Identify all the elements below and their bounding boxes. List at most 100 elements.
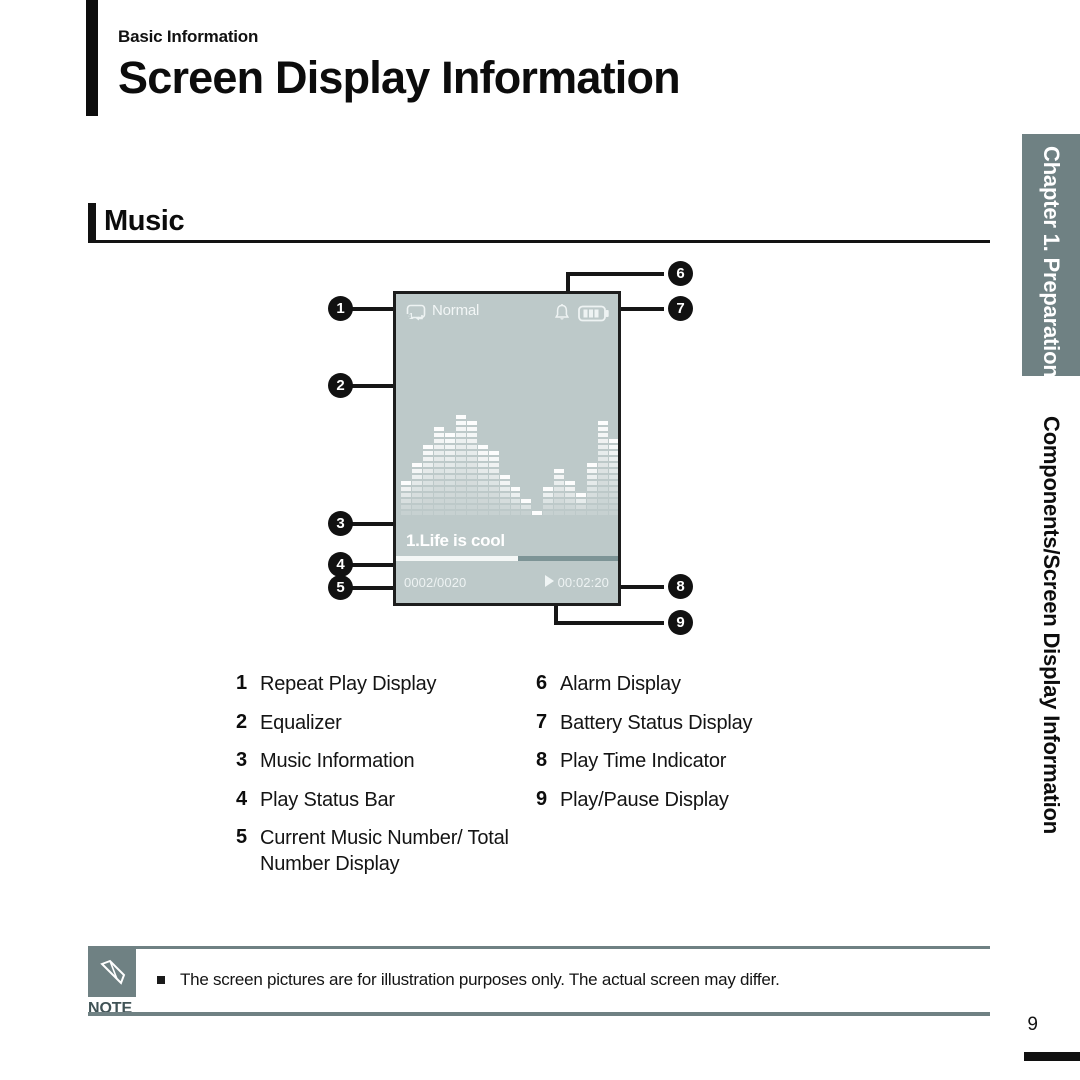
equalizer-visualizer — [399, 389, 618, 515]
equalizer-bar — [411, 397, 422, 515]
equalizer-segment — [587, 511, 598, 515]
legend-item-number: 3 — [236, 749, 248, 772]
legend-item: 2 Equalizer — [236, 711, 526, 737]
note-icon-box — [88, 949, 136, 997]
repeat-one-icon: 1 — [405, 304, 426, 321]
equalizer-segment — [565, 439, 575, 443]
equalizer-segment — [521, 487, 531, 491]
equalizer-segment — [609, 463, 618, 467]
equalizer-segment — [488, 463, 499, 467]
equalizer-segment — [576, 475, 586, 479]
equalizer-segment — [412, 409, 422, 413]
equalizer-segment — [511, 469, 521, 473]
play-status-bar[interactable] — [396, 556, 618, 561]
equalizer-segment — [543, 475, 553, 479]
equalizer-segment — [433, 493, 444, 497]
equalizer-segment — [444, 451, 455, 455]
equalizer-bar — [598, 397, 609, 515]
track-counter: 0002/0020 — [404, 575, 467, 590]
equalizer-segment — [576, 427, 586, 431]
equalizer-segment — [565, 463, 575, 467]
equalizer-segment — [466, 499, 477, 503]
equalizer-segment — [576, 511, 587, 515]
callout-badge-1[interactable]: 1 — [328, 296, 353, 321]
equalizer-segment — [609, 451, 618, 455]
equalizer-segment — [477, 481, 488, 485]
battery-full-icon — [578, 305, 609, 322]
equalizer-segment — [444, 511, 455, 515]
equalizer-bar — [565, 397, 576, 515]
callout-badge-8[interactable]: 8 — [668, 574, 693, 599]
equalizer-segment — [532, 457, 542, 461]
equalizer-segment — [455, 469, 466, 473]
equalizer-segment — [411, 475, 422, 479]
equalizer-segment — [511, 451, 521, 455]
equalizer-segment — [576, 409, 586, 413]
equalizer-segment — [488, 493, 499, 497]
equalizer-segment — [511, 403, 521, 407]
equalizer-segment — [423, 439, 433, 443]
equalizer-segment — [445, 409, 455, 413]
equalizer-segment — [510, 487, 521, 491]
equalizer-segment — [401, 481, 411, 485]
equalizer-segment — [598, 433, 609, 437]
callout-badge-3[interactable]: 3 — [328, 511, 353, 536]
equalizer-segment — [543, 487, 554, 491]
equalizer-segment — [587, 439, 597, 443]
equalizer-segment — [554, 397, 564, 401]
equalizer-segment — [532, 397, 542, 401]
equalizer-segment — [587, 475, 598, 479]
equalizer-segment — [576, 487, 586, 491]
equalizer-segment — [444, 457, 455, 461]
equalizer-segment — [532, 421, 542, 425]
equalizer-segment — [444, 469, 455, 473]
callout-badge-6[interactable]: 6 — [668, 261, 693, 286]
equalizer-segment — [521, 451, 531, 455]
equalizer-segment — [565, 469, 575, 473]
equalizer-segment — [455, 415, 466, 419]
equalizer-segment — [554, 499, 565, 503]
equalizer-segment — [532, 469, 542, 473]
equalizer-segment — [576, 415, 586, 419]
equalizer-segment — [412, 397, 422, 401]
equalizer-segment — [521, 481, 531, 485]
equalizer-segment — [587, 445, 597, 449]
callout-badge-4[interactable]: 4 — [328, 552, 353, 577]
equalizer-segment — [500, 409, 510, 413]
equalizer-segment — [478, 403, 488, 407]
equalizer-segment — [477, 445, 488, 449]
callout-badge-2[interactable]: 2 — [328, 373, 353, 398]
equalizer-segment — [466, 505, 477, 509]
equalizer-segment — [587, 421, 597, 425]
equalizer-segment — [412, 457, 422, 461]
equalizer-segment — [478, 439, 488, 443]
equalizer-segment — [565, 427, 575, 431]
equalizer-segment — [422, 463, 433, 467]
equalizer-segment — [499, 511, 510, 515]
equalizer-segment — [587, 481, 598, 485]
equalizer-segment — [554, 415, 564, 419]
equalizer-segment — [521, 445, 531, 449]
callout-badge-7[interactable]: 7 — [668, 296, 693, 321]
equalizer-segment — [434, 415, 444, 419]
equalizer-segment — [455, 463, 466, 467]
equalizer-bar — [532, 397, 543, 515]
equalizer-segment — [521, 433, 531, 437]
equalizer-segment — [489, 415, 499, 419]
equalizer-segment — [499, 499, 510, 503]
device-screen: 1 Normal 1.Life is cool 0002/0020 00:02:… — [393, 291, 621, 606]
equalizer-segment — [423, 397, 433, 401]
legend-item-number: 6 — [536, 672, 548, 694]
equalizer-segment — [554, 505, 565, 509]
callout-badge-5[interactable]: 5 — [328, 575, 353, 600]
equalizer-segment — [455, 457, 466, 461]
equalizer-segment — [500, 415, 510, 419]
equalizer-segment — [511, 439, 521, 443]
equalizer-segment — [477, 463, 488, 467]
equalizer-segment — [466, 481, 477, 485]
equalizer-segment — [554, 409, 564, 413]
alarm-bell-icon — [554, 304, 570, 320]
equalizer-segment — [587, 409, 597, 413]
equalizer-segment — [609, 481, 618, 485]
callout-badge-9[interactable]: 9 — [668, 610, 693, 635]
